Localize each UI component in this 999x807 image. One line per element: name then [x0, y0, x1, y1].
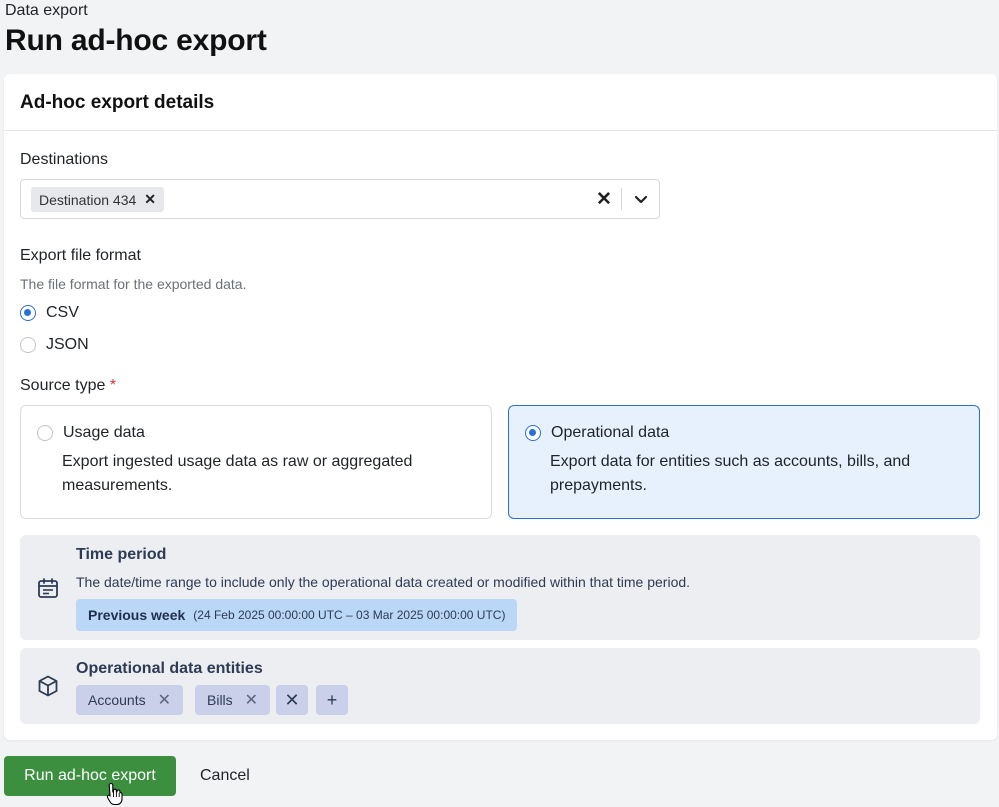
required-marker: * [109, 377, 117, 394]
file-format-label: Export file format [20, 247, 141, 264]
destinations-clear-icon[interactable]: ✕ [596, 188, 612, 211]
cancel-button[interactable]: Cancel [200, 767, 250, 785]
time-period-name: Previous week [88, 607, 186, 623]
close-icon: ✕ [284, 689, 300, 710]
hand-pointer-icon [106, 782, 123, 806]
chevron-down-icon[interactable] [633, 191, 649, 207]
time-period-chip[interactable]: Previous week (24 Feb 2025 00:00:00 UTC … [76, 599, 518, 631]
source-usage-title: Usage data [63, 424, 145, 441]
file-format-description: The file format for the exported data. [20, 276, 247, 292]
radio-csv-label: CSV [46, 304, 79, 321]
entity-chip-label: Bills [207, 692, 233, 708]
entity-remove-icon[interactable]: ✕ [158, 690, 171, 710]
cube-icon [38, 675, 58, 697]
time-period-title: Time period [76, 546, 167, 563]
radio-csv[interactable]: CSV [20, 304, 79, 322]
destination-chip-remove-icon[interactable]: ✕ [144, 191, 156, 208]
card-header: Ad-hoc export details [4, 74, 997, 131]
radio-json-control[interactable] [20, 337, 36, 353]
destination-chip-label: Destination 434 [39, 191, 137, 208]
destination-chip: Destination 434 ✕ [31, 187, 165, 212]
destinations-label: Destinations [20, 151, 109, 168]
source-type-label: Source type * [20, 377, 116, 395]
source-card-usage[interactable]: Usage data Export ingested usage data as… [20, 405, 492, 519]
source-operational-description: Export data for entities such as account… [550, 453, 911, 494]
time-period-description: The date/time range to include only the … [76, 574, 691, 590]
entity-chip-label: Accounts [88, 692, 146, 708]
select-divider [621, 188, 622, 210]
export-details-card: Ad-hoc export details Destinations Desti… [4, 74, 997, 740]
run-export-button[interactable]: Run ad-hoc export [4, 756, 176, 796]
plus-icon: + [326, 689, 338, 710]
card-title: Ad-hoc export details [20, 92, 215, 113]
entities-title: Operational data entities [76, 660, 263, 677]
page-title: Run ad-hoc export [5, 24, 267, 57]
radio-json[interactable]: JSON [20, 336, 89, 354]
source-operational-title: Operational data [551, 424, 670, 441]
source-type-label-text: Source type [20, 377, 106, 394]
time-period-range: (24 Feb 2025 00:00:00 UTC – 03 Mar 2025 … [193, 608, 506, 622]
source-usage-description: Export ingested usage data as raw or agg… [62, 453, 413, 494]
time-period-panel: Time period The date/time range to inclu… [20, 535, 980, 640]
entity-chip-bills: Bills ✕ [195, 685, 271, 715]
radio-usage-control[interactable] [37, 425, 53, 441]
destinations-select[interactable]: Destination 434 ✕ ✕ [20, 179, 660, 219]
entities-clear-button[interactable]: ✕ [276, 685, 308, 715]
breadcrumb: Data export [5, 2, 88, 19]
calendar-icon [38, 578, 58, 598]
entities-add-button[interactable]: + [316, 685, 348, 715]
radio-json-label: JSON [46, 336, 89, 353]
entity-remove-icon[interactable]: ✕ [245, 690, 258, 710]
entities-panel: Operational data entities Accounts ✕ Bil… [20, 648, 980, 724]
radio-operational-control[interactable] [525, 425, 541, 441]
source-card-operational[interactable]: Operational data Export data for entitie… [508, 405, 980, 519]
entity-chip-accounts: Accounts ✕ [76, 685, 183, 715]
radio-csv-control[interactable] [20, 305, 36, 321]
